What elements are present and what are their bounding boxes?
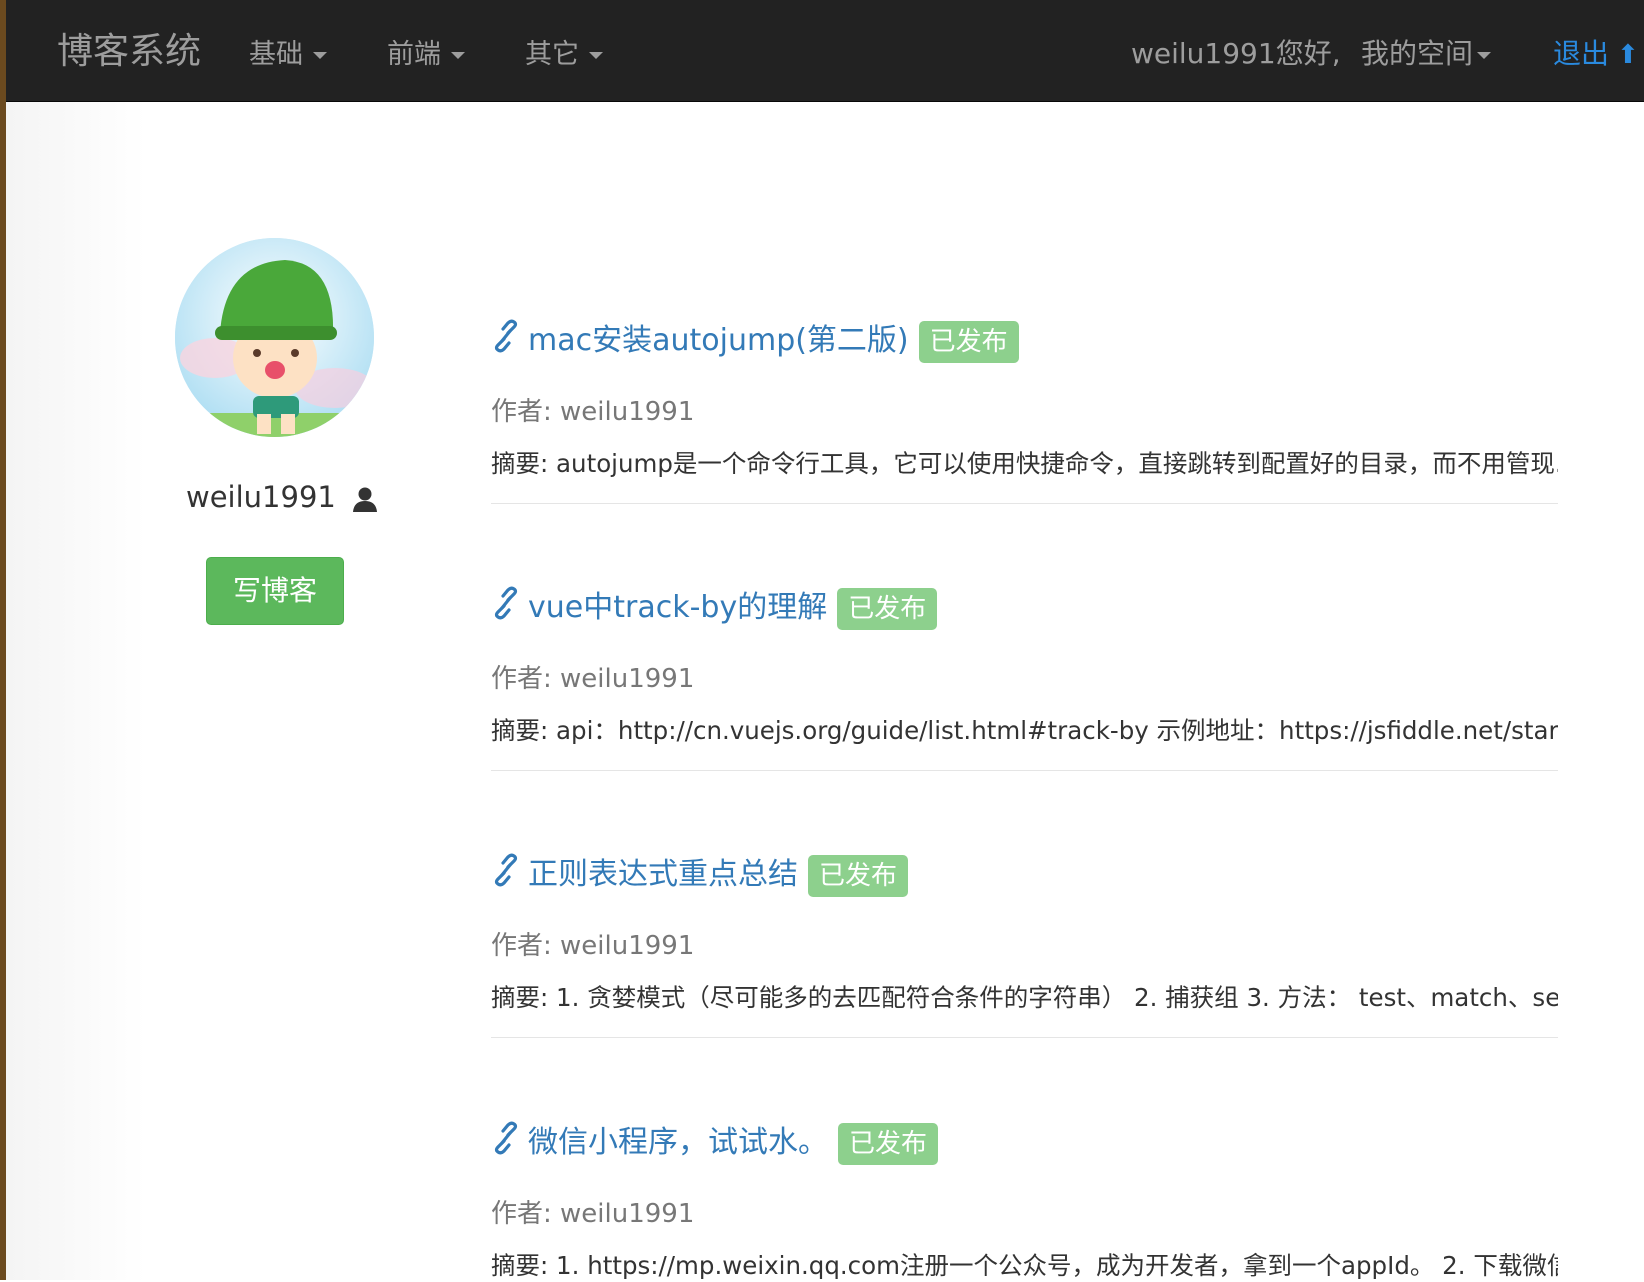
post-summary: 摘要: 1. https://mp.weixin.qq.com注册一个公众号，成… xyxy=(491,1251,1558,1280)
my-space-menu[interactable]: 我的空间 xyxy=(1361,32,1492,72)
post-title-text: vue中track-by的理解 xyxy=(528,590,828,625)
username-text: weilu1991 xyxy=(186,480,336,514)
user-icon xyxy=(353,487,378,512)
profile-username: weilu1991 xyxy=(186,480,379,514)
chevron-down-icon xyxy=(451,52,465,59)
link-icon xyxy=(494,853,518,887)
link-icon xyxy=(494,1121,518,1155)
post-author: 作者: weilu1991 xyxy=(491,664,695,694)
post-author: 作者: weilu1991 xyxy=(491,1199,695,1229)
write-blog-button[interactable]: 写博客 xyxy=(206,557,344,625)
post-item: 正则表达式重点总结 已发布 作者: weilu1991 摘要: 1. 贪婪模式（尽… xyxy=(491,845,1558,1038)
post-title-row: 微信小程序，试试水。 已发布 xyxy=(491,1113,1558,1165)
nav-menu-others[interactable]: 其它 xyxy=(525,32,603,71)
status-badge: 已发布 xyxy=(808,854,909,897)
chevron-down-icon xyxy=(589,52,603,59)
logout-label: 退出 xyxy=(1553,37,1610,70)
post-summary: 摘要: autojump是一个命令行工具，它可以使用快捷命令，直接跳转到配置好的… xyxy=(491,449,1558,478)
status-badge: 已发布 xyxy=(837,587,938,630)
post-author: 作者: weilu1991 xyxy=(491,931,695,961)
status-badge: 已发布 xyxy=(918,320,1019,363)
chevron-down-icon xyxy=(313,52,327,59)
nav-menu-basics-label: 基础 xyxy=(249,39,303,70)
nav-menu-frontend-label: 前端 xyxy=(387,39,441,70)
divider xyxy=(491,770,1558,771)
avatar[interactable] xyxy=(175,238,374,437)
post-title-link[interactable]: mac安装autojump(第二版) 已发布 xyxy=(528,315,1019,363)
post-item: 微信小程序，试试水。 已发布 作者: weilu1991 摘要: 1. https… xyxy=(491,1113,1558,1280)
post-title-text: 正则表达式重点总结 xyxy=(528,857,798,892)
top-navbar: 博客系统 基础 前端 其它 weilu1991您好, 我的空间 退出 ⬆ xyxy=(6,0,1644,102)
link-icon xyxy=(494,586,518,620)
post-title-link[interactable]: 微信小程序，试试水。 已发布 xyxy=(528,1117,939,1165)
status-badge: 已发布 xyxy=(838,1122,939,1165)
post-summary: 摘要: 1. 贪婪模式（尽可能多的去匹配符合条件的字符串） 2. 捕获组 3. … xyxy=(491,983,1558,1012)
post-title-link[interactable]: 正则表达式重点总结 已发布 xyxy=(528,849,909,897)
user-greeting: weilu1991您好, xyxy=(1131,37,1341,70)
post-title-text: mac安装autojump(第二版) xyxy=(528,323,909,358)
post-title-link[interactable]: vue中track-by的理解 已发布 xyxy=(528,582,938,630)
my-space-label: 我的空间 xyxy=(1361,37,1474,70)
post-title-text: 微信小程序，试试水。 xyxy=(528,1125,828,1160)
nav-menu-others-label: 其它 xyxy=(525,39,579,70)
arrow-up-icon: ⬆ xyxy=(1617,40,1639,70)
divider xyxy=(491,1037,1558,1038)
post-summary: 摘要: api：http://cn.vuejs.org/guide/list.h… xyxy=(491,716,1558,745)
divider xyxy=(491,503,1558,504)
post-item: vue中track-by的理解 已发布 作者: weilu1991 摘要: api… xyxy=(491,578,1558,771)
logout-link[interactable]: 退出 ⬆ xyxy=(1553,32,1639,72)
brand-logo[interactable]: 博客系统 xyxy=(57,22,201,74)
post-title-row: vue中track-by的理解 已发布 xyxy=(491,578,1558,630)
link-icon xyxy=(494,319,518,353)
chevron-down-icon xyxy=(1477,51,1492,59)
post-title-row: 正则表达式重点总结 已发布 xyxy=(491,845,1558,897)
nav-menu-basics[interactable]: 基础 xyxy=(249,32,327,71)
nav-menu-frontend[interactable]: 前端 xyxy=(387,32,465,71)
post-title-row: mac安装autojump(第二版) 已发布 xyxy=(491,311,1558,363)
post-item: mac安装autojump(第二版) 已发布 作者: weilu1991 摘要: … xyxy=(491,311,1558,504)
post-author: 作者: weilu1991 xyxy=(491,397,695,427)
